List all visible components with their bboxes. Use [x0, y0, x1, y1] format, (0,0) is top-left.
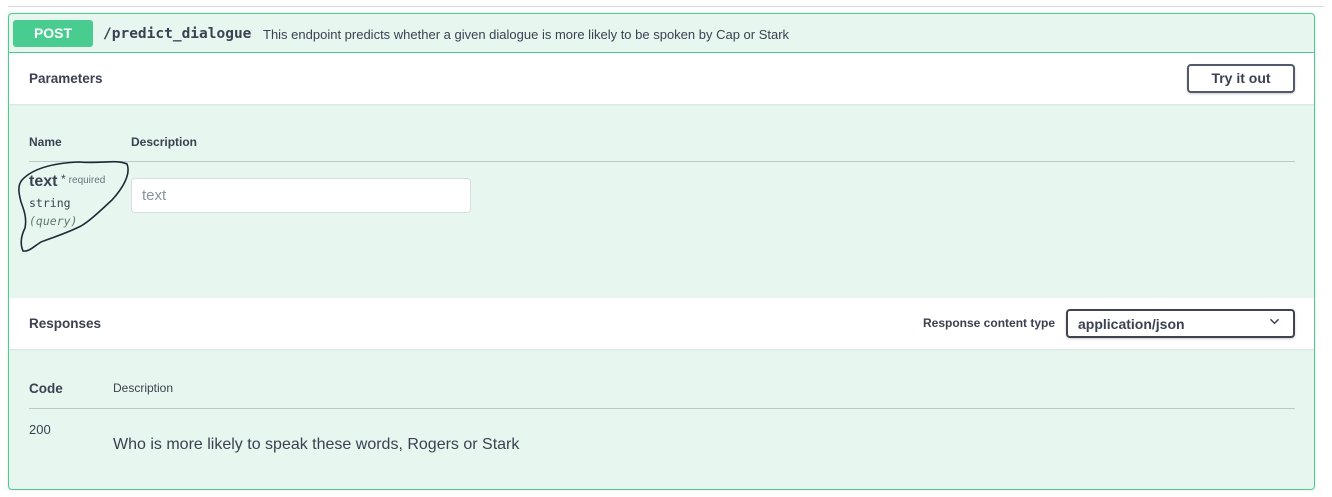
- param-table-divider: [29, 161, 1295, 162]
- parameters-header: Parameters Try it out: [9, 53, 1314, 104]
- parameter-name: text: [29, 173, 58, 190]
- operation-block-post: POST /predict_dialogue This endpoint pre…: [8, 13, 1315, 490]
- parameter-type: string: [29, 196, 71, 210]
- top-divider: [8, 6, 1324, 7]
- parameter-location: (query): [29, 214, 78, 228]
- try-it-out-button[interactable]: Try it out: [1187, 64, 1295, 93]
- parameter-required-flag: * required: [61, 172, 105, 186]
- endpoint-path: /predict_dialogue: [103, 26, 252, 42]
- endpoint-summary: This endpoint predicts whether a given d…: [263, 27, 790, 42]
- chevron-down-icon: [1270, 318, 1279, 325]
- operation-summary[interactable]: POST /predict_dialogue This endpoint pre…: [9, 14, 1314, 53]
- response-description: Who is more likely to speak these words,…: [113, 436, 520, 453]
- response-col-code-header: Code: [29, 381, 63, 396]
- required-label: required: [68, 175, 106, 186]
- text-parameter-input[interactable]: [131, 178, 471, 213]
- param-col-name-header: Name: [29, 135, 62, 149]
- response-table-divider: [29, 408, 1295, 409]
- parameters-title: Parameters: [29, 71, 103, 86]
- http-method-badge: POST: [13, 20, 93, 47]
- response-content-type-value: application/json: [1078, 316, 1185, 332]
- responses-header: Responses Response content type applicat…: [9, 298, 1314, 349]
- required-star: *: [61, 172, 66, 186]
- response-content-type-select[interactable]: application/json: [1066, 309, 1295, 338]
- responses-title: Responses: [29, 316, 102, 331]
- response-content-type-label: Response content type: [923, 316, 1056, 330]
- response-code: 200: [29, 422, 51, 437]
- response-col-description-header: Description: [113, 381, 174, 395]
- param-col-description-header: Description: [131, 135, 198, 149]
